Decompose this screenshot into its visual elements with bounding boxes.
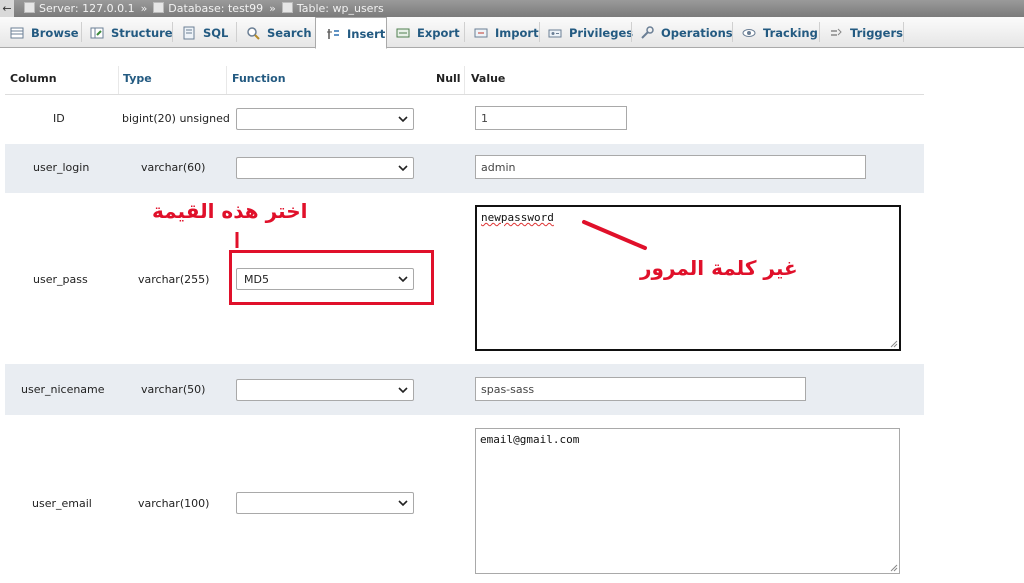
annotation-change-password: غير كلمة المرور <box>640 256 798 280</box>
annotation-arrows <box>235 220 647 250</box>
annotation-choose-value: اختر هذه القيمة <box>152 199 308 223</box>
